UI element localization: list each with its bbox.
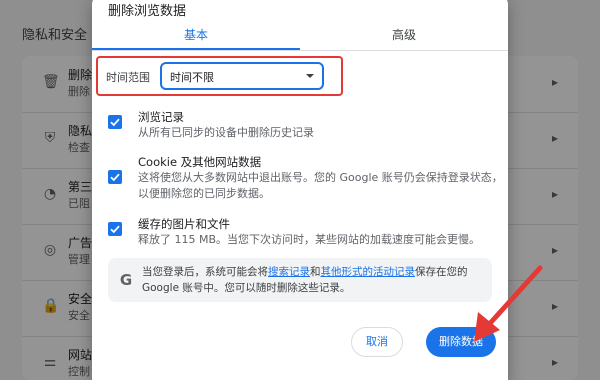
option-title: 缓存的图片和文件 <box>138 217 230 231</box>
search-history-link[interactable]: 搜索记录 <box>268 266 310 278</box>
checkmark-icon <box>110 118 120 127</box>
tab-advanced[interactable]: 高级 <box>300 24 508 50</box>
checkmark-icon <box>110 225 120 234</box>
checkmark-icon <box>110 173 120 182</box>
tab-basic[interactable]: 基本 <box>92 24 300 50</box>
google-account-info-box: G 当您登录后，系统可能会将搜索记录和其他形式的活动记录保存在您的 Google… <box>108 258 492 302</box>
delete-data-button[interactable]: 删除数据 <box>426 327 496 357</box>
other-activity-link[interactable]: 其他形式的活动记录 <box>321 266 416 278</box>
dialog-tabs: 基本 高级 <box>92 24 508 50</box>
time-range-label: 时间范围 <box>106 71 150 84</box>
time-range-value: 时间不限 <box>170 71 214 84</box>
google-g-icon: G <box>119 271 133 289</box>
option-title: Cookie 及其他网站数据 <box>138 155 262 169</box>
info-text-part: 当您登录后，系统可能会将 <box>142 266 268 278</box>
cancel-button[interactable]: 取消 <box>351 327 403 357</box>
cookies-checkbox[interactable] <box>108 170 122 184</box>
browsing-history-checkbox[interactable] <box>108 115 122 129</box>
caret-down-icon <box>306 74 314 78</box>
option-description: 从所有已同步的设备中删除历史记录 <box>138 126 314 139</box>
option-description: 这将使您从大多数网站中退出账号。您的 Google 账号仍会保持登录状态，以便删… <box>138 171 503 200</box>
time-range-select[interactable]: 时间不限 <box>160 62 324 90</box>
option-description: 释放了 115 MB。当您下次访问时，某些网站的加载速度可能会更慢。 <box>138 233 481 246</box>
tabs-divider <box>92 50 508 51</box>
info-text-part: 和 <box>310 266 321 278</box>
cached-images-checkbox[interactable] <box>108 222 122 236</box>
info-text: 当您登录后，系统可能会将搜索记录和其他形式的活动记录保存在您的 Google 账… <box>142 264 488 296</box>
dialog-title: 删除浏览数据 <box>108 4 187 19</box>
option-title: 浏览记录 <box>138 110 184 124</box>
clear-browsing-data-dialog: 删除浏览数据 基本 高级 时间范围 时间不限 浏览记录 从所有已同步的设备中删除… <box>92 0 508 380</box>
